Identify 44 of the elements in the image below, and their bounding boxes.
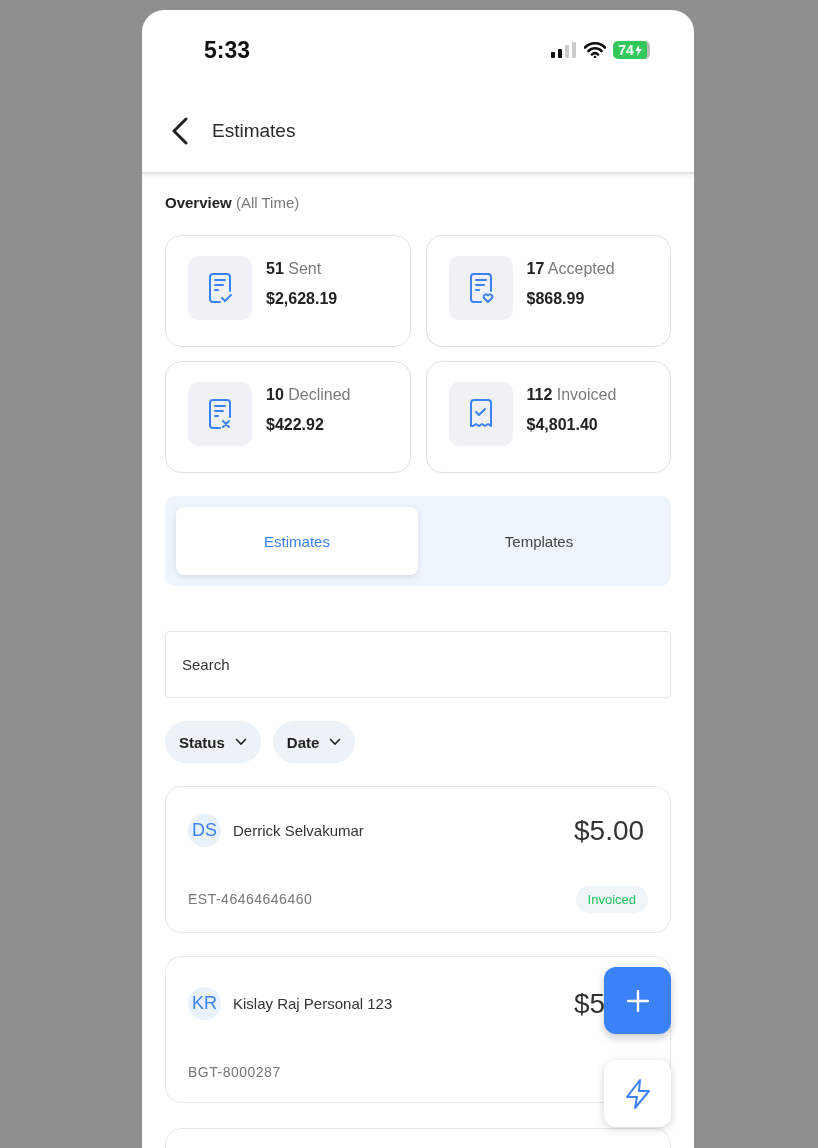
wifi-icon bbox=[584, 42, 606, 58]
overview-heading: Overview (All Time) bbox=[165, 194, 301, 211]
client-name: Kislay Raj Personal 123 bbox=[233, 995, 394, 1012]
add-button[interactable] bbox=[604, 967, 671, 1034]
stat-amount: $868.99 bbox=[526, 290, 586, 308]
estimate-amount: $5.00 bbox=[574, 814, 645, 847]
estimate-number: BGT-8000287 bbox=[188, 1064, 281, 1080]
page-title: Estimates bbox=[212, 120, 296, 142]
stat-amount: $2,628.19 bbox=[266, 290, 338, 308]
client-name: Derrick Selvakumar bbox=[233, 822, 365, 840]
chevron-down-icon bbox=[329, 738, 342, 746]
estimate-number: EST-46464646460 bbox=[188, 891, 313, 908]
document-icon bbox=[188, 382, 252, 446]
battery-icon: 74 bbox=[613, 41, 650, 59]
document-icon bbox=[448, 382, 513, 446]
status-badge: Invoiced bbox=[575, 885, 648, 913]
quick-action-button[interactable] bbox=[604, 1060, 671, 1127]
document-icon bbox=[448, 256, 513, 320]
plus-icon bbox=[626, 989, 649, 1012]
lightning-icon bbox=[623, 1077, 652, 1110]
stat-card[interactable]: 112 Invoiced $4,801.40 bbox=[425, 361, 671, 473]
estimate-amount: $5 bbox=[574, 987, 606, 1020]
stat-card[interactable]: 51 Sent $2,628.19 bbox=[165, 235, 411, 347]
filter-dropdown[interactable]: Status bbox=[165, 721, 261, 763]
tab[interactable]: Templates bbox=[418, 507, 660, 575]
stat-label: 10 Declined bbox=[266, 386, 351, 404]
stat-amount: $4,801.40 bbox=[526, 416, 599, 434]
initials-avatar: DS bbox=[188, 814, 221, 848]
stat-card[interactable]: 17 Accepted $868.99 bbox=[425, 235, 671, 347]
tab[interactable]: Estimates bbox=[176, 507, 418, 575]
document-icon bbox=[188, 256, 252, 320]
stat-amount: $422.92 bbox=[266, 416, 325, 434]
stat-card[interactable]: 10 Declined $422.92 bbox=[165, 361, 411, 473]
status-time: 5:33 bbox=[204, 36, 251, 64]
initials-avatar: KR bbox=[188, 987, 221, 1020]
signal-icon bbox=[551, 42, 577, 58]
back-icon[interactable] bbox=[172, 117, 188, 145]
chevron-down-icon bbox=[234, 738, 247, 746]
stat-label: 17 Accepted bbox=[526, 260, 615, 278]
search-field[interactable]: Search bbox=[165, 631, 671, 698]
filter-dropdown[interactable]: Date bbox=[272, 721, 356, 763]
stat-label: 112 Invoiced bbox=[526, 386, 617, 404]
stat-label: 51 Sent bbox=[266, 260, 323, 278]
estimate-card[interactable]: DS Derrick Selvakumar $5.00 EST-46464646460 Invoiced bbox=[165, 786, 671, 933]
